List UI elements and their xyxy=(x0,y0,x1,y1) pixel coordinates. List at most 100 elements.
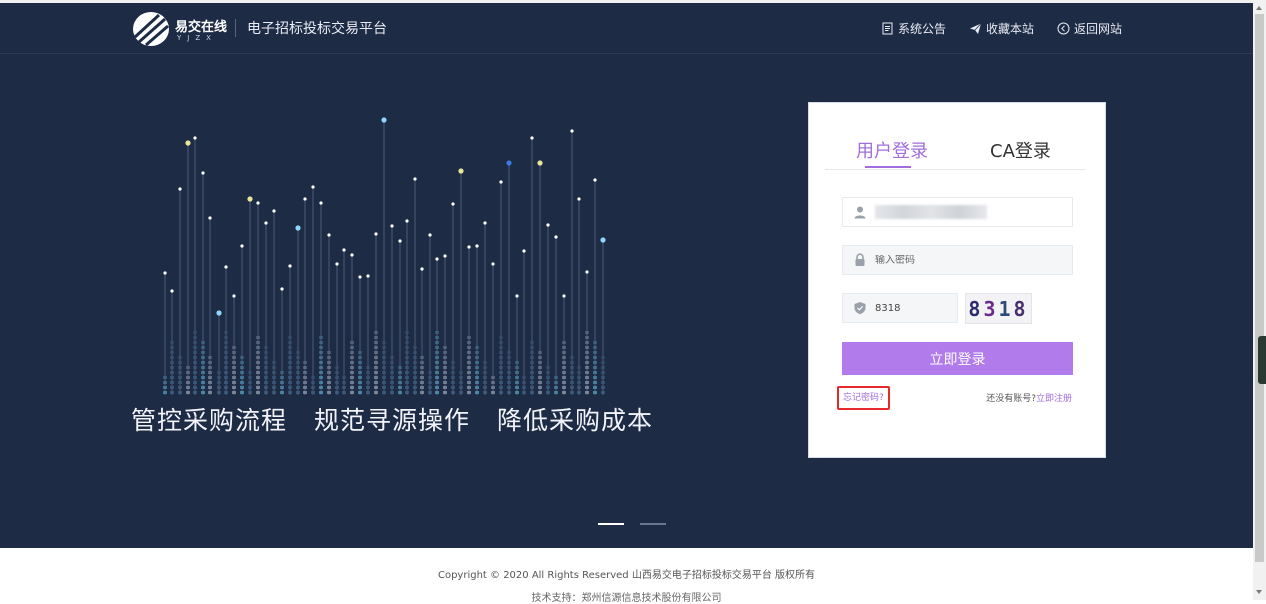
viz-bar-segment xyxy=(390,386,394,389)
viz-bar-segment xyxy=(224,346,228,349)
viz-bar-segment xyxy=(554,391,558,394)
viz-bar-segment xyxy=(170,391,174,394)
viz-dot xyxy=(428,233,432,237)
carousel-dot-1[interactable] xyxy=(598,523,624,525)
viz-bar-segment xyxy=(507,381,511,384)
captcha-image[interactable]: 8318 xyxy=(965,293,1032,324)
forgot-password-link[interactable]: 忘记密码? xyxy=(837,386,890,410)
scroll-down-arrow-icon[interactable] xyxy=(1256,590,1262,594)
viz-bar-segment xyxy=(467,386,471,389)
viz-bar-segment xyxy=(224,381,228,384)
viz-bar-segment xyxy=(374,361,378,364)
viz-bar-segment xyxy=(593,376,597,379)
side-float-tab[interactable] xyxy=(1258,336,1266,384)
viz-bar-segment xyxy=(374,336,378,339)
carousel-indicators xyxy=(598,523,666,525)
viz-bar-segment xyxy=(562,346,566,349)
viz-bar-segment xyxy=(443,366,447,369)
viz-bar-segment xyxy=(288,386,292,389)
viz-bar-segment xyxy=(232,351,236,354)
viz-bar-segment xyxy=(350,346,354,349)
viz-dot xyxy=(295,225,301,231)
viz-bar-segment xyxy=(224,356,228,359)
viz-bar-segment xyxy=(546,391,550,394)
top-header: 易交在线 YJZX 电子招标投标交易平台 系统公告 收藏本站 返回网站 xyxy=(0,3,1253,54)
viz-bar-segment xyxy=(507,386,511,389)
viz-bar-segment xyxy=(224,376,228,379)
viz-bar-segment xyxy=(232,376,236,379)
scroll-up-arrow-icon[interactable] xyxy=(1256,6,1262,10)
viz-bar-segment xyxy=(327,376,331,379)
captcha-input[interactable] xyxy=(875,302,957,314)
viz-bar-segment xyxy=(405,346,409,349)
viz-bar-segment xyxy=(499,386,503,389)
viz-bar-segment xyxy=(178,356,182,359)
nav-back-site[interactable]: 返回网站 xyxy=(1057,20,1122,37)
login-submit-button[interactable]: 立即登录 xyxy=(842,342,1073,375)
viz-bar-segment xyxy=(562,371,566,374)
viz-bar-segment xyxy=(163,391,167,394)
viz-bar-segment xyxy=(178,361,182,364)
logo-text-en: YJZX xyxy=(177,34,217,42)
viz-bar-segment xyxy=(593,341,597,344)
captcha-field[interactable] xyxy=(842,293,958,323)
viz-bar-segment xyxy=(217,376,221,379)
viz-dot xyxy=(499,180,503,184)
viz-bar-segment xyxy=(601,371,605,374)
viz-bar-segment xyxy=(467,351,471,354)
viz-bar-segment xyxy=(413,381,417,384)
viz-bar-segment xyxy=(475,366,479,369)
viz-bar-segment xyxy=(311,381,315,384)
viz-bar-segment xyxy=(538,376,542,379)
viz-bar-segment xyxy=(358,381,362,384)
viz-bar-segment xyxy=(467,376,471,379)
tech-support-text: 技术支持：郑州信源信息技术股份有限公司 xyxy=(531,593,722,604)
viz-bar-segment xyxy=(390,376,394,379)
viz-bar-segment xyxy=(342,386,346,389)
viz-bar-segment xyxy=(413,391,417,394)
nav-announcement[interactable]: 系统公告 xyxy=(881,20,946,37)
register-link[interactable]: 立即注册 xyxy=(1036,394,1072,404)
nav-bookmark[interactable]: 收藏本站 xyxy=(969,20,1034,37)
tab-ca-login[interactable]: CA登录 xyxy=(990,137,1051,163)
viz-bar-segment xyxy=(507,351,511,354)
viz-dot xyxy=(562,294,566,298)
carousel-dot-2[interactable] xyxy=(640,523,666,525)
viz-bar-segment xyxy=(382,391,386,394)
viz-bar-segment xyxy=(467,361,471,364)
viz-bar-segment xyxy=(288,356,292,359)
viz-dot xyxy=(413,177,417,181)
username-field[interactable] xyxy=(842,197,1073,227)
logo[interactable]: 易交在线 YJZX xyxy=(131,10,237,48)
viz-bar-segment xyxy=(546,366,550,369)
password-field[interactable] xyxy=(842,245,1073,275)
viz-bar-segment xyxy=(232,391,236,394)
viz-bar-segment xyxy=(374,331,378,334)
viz-bar-segment xyxy=(530,381,534,384)
viz-dot xyxy=(405,219,409,223)
viz-bar-segment xyxy=(413,361,417,364)
viz-bar-segment xyxy=(217,391,221,394)
password-input[interactable] xyxy=(875,254,1072,266)
viz-bar-segment xyxy=(163,386,167,389)
viz-bar-segment xyxy=(327,351,331,354)
viz-bar-segment xyxy=(390,371,394,374)
viz-bar-segment xyxy=(405,331,409,334)
viz-bar-segment xyxy=(208,356,212,359)
scrollbar-thumb[interactable] xyxy=(1255,14,1264,562)
viz-bar-segment xyxy=(232,366,236,369)
viz-bar-segment xyxy=(358,356,362,359)
viz-bar-segment xyxy=(413,386,417,389)
shield-check-icon xyxy=(854,302,866,315)
viz-bar-segment xyxy=(405,341,409,344)
viz-bar-segment xyxy=(382,341,386,344)
viz-bar-segment xyxy=(491,386,495,389)
vertical-scrollbar[interactable] xyxy=(1253,0,1266,600)
viz-bar-segment xyxy=(443,356,447,359)
tab-user-login[interactable]: 用户登录 xyxy=(856,137,928,163)
viz-bar-segment xyxy=(327,361,331,364)
viz-bar-segment xyxy=(248,376,252,379)
viz-bar-segment xyxy=(475,351,479,354)
viz-bar-segment xyxy=(530,366,534,369)
viz-bar-segment xyxy=(593,371,597,374)
